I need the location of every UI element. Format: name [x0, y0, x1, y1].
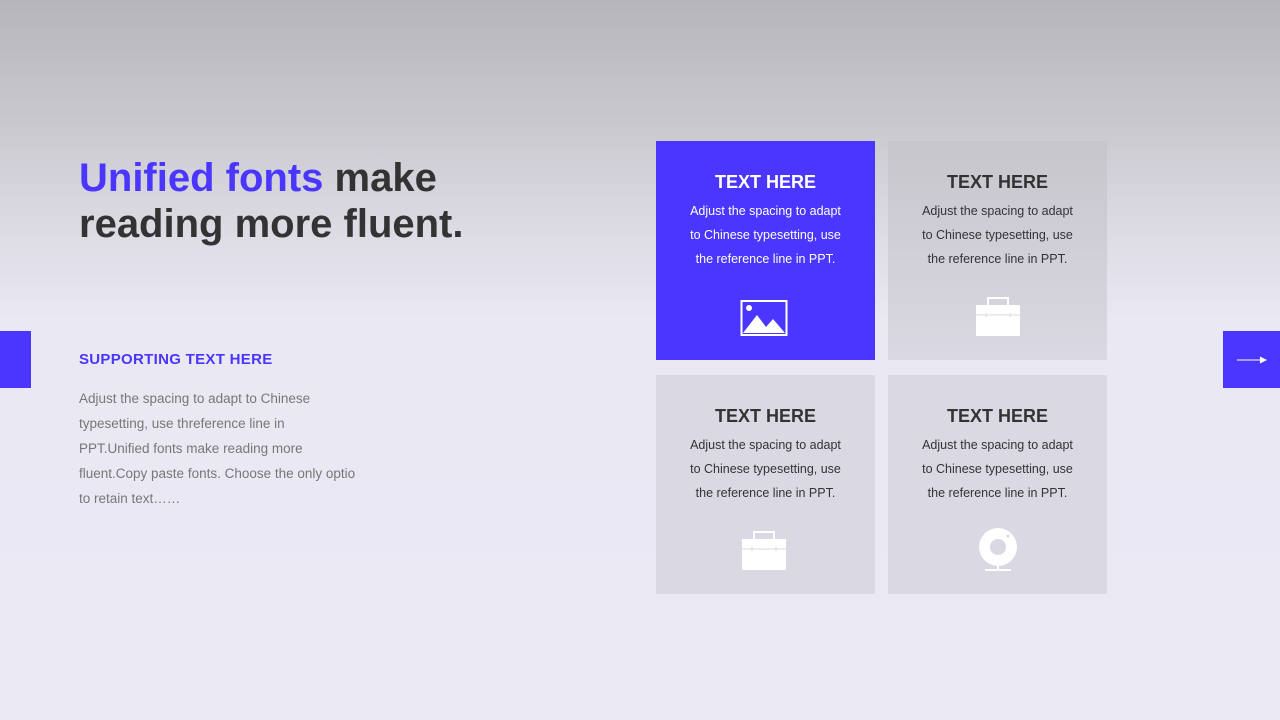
card-title: TEXT HERE [946, 172, 1048, 192]
supporting-line: typesetting, use threference line in [79, 416, 285, 431]
card-body: Adjust the spacing to adapt to Chinese t… [913, 433, 1083, 505]
card-body: Adjust the spacing to adapt to Chinese t… [681, 433, 851, 505]
headline-line2: reading more fluent. [79, 202, 464, 246]
card-line: Adjust the spacing to adapt [922, 438, 1073, 452]
supporting-line: PPT.Unified fonts make reading more [79, 441, 303, 456]
card-line: to Chinese typesetting, use [690, 228, 841, 242]
supporting-line: Adjust the spacing to adapt to Chinese [79, 391, 311, 406]
feature-card-4[interactable]: TEXT HERE Adjust the spacing to adapt to… [888, 375, 1107, 594]
card-line: to Chinese typesetting, use [922, 462, 1073, 476]
card-line: the reference line in PPT. [695, 252, 836, 266]
supporting-title: SUPPORTING TEXT HERE [79, 351, 273, 368]
card-line: the reference line in PPT. [927, 486, 1068, 500]
card-line: to Chinese typesetting, use [690, 462, 841, 476]
card-line: Adjust the spacing to adapt [922, 204, 1073, 218]
webcam-icon [979, 528, 1017, 571]
feature-card-2[interactable]: TEXT HERE Adjust the spacing to adapt to… [888, 141, 1107, 360]
next-slide-button[interactable] [1223, 331, 1280, 388]
card-line: Adjust the spacing to adapt [690, 204, 841, 218]
card-line: the reference line in PPT. [695, 486, 836, 500]
card-body: Adjust the spacing to adapt to Chinese t… [913, 199, 1083, 271]
briefcase-icon [976, 297, 1020, 336]
feature-card-3[interactable]: TEXT HERE Adjust the spacing to adapt to… [656, 375, 875, 594]
card-line: to Chinese typesetting, use [922, 228, 1073, 242]
supporting-line: to retain text…… [79, 491, 181, 506]
feature-card-1[interactable]: TEXT HERE Adjust the spacing to adapt to… [656, 141, 875, 360]
arrow-right-icon [1236, 356, 1267, 363]
supporting-line: fluent.Copy paste fonts. Choose the only… [79, 466, 356, 481]
prev-slide-tab[interactable] [0, 331, 31, 388]
card-title: TEXT HERE [946, 406, 1048, 426]
headline-accent: Unified fonts [79, 156, 324, 200]
headline-rest: make [323, 156, 437, 200]
card-title: TEXT HERE [714, 406, 816, 426]
supporting-body: Adjust the spacing to adapt to Chinese t… [79, 386, 379, 511]
image-icon [740, 300, 788, 336]
card-body: Adjust the spacing to adapt to Chinese t… [681, 199, 851, 271]
card-line: the reference line in PPT. [927, 252, 1068, 266]
briefcase-icon [742, 531, 786, 570]
card-line: Adjust the spacing to adapt [690, 438, 841, 452]
card-title: TEXT HERE [714, 172, 816, 192]
slide-headline: Unified fonts make reading more fluent. [79, 155, 599, 247]
